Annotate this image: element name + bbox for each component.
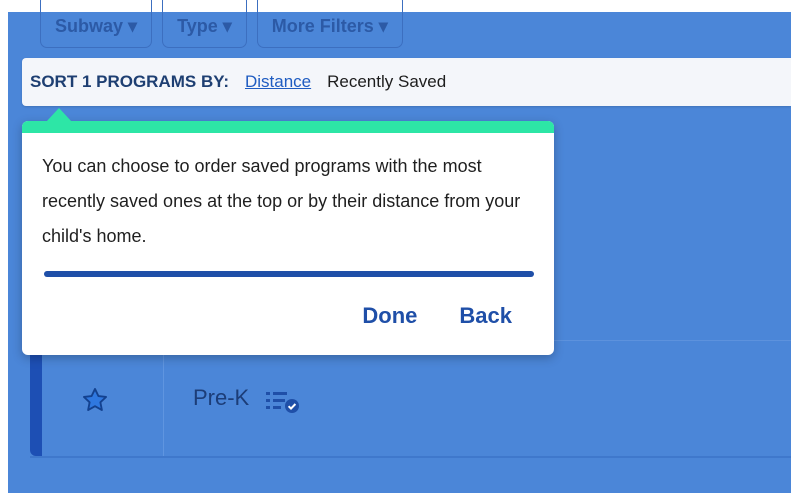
sort-recently-saved-option[interactable]: Recently Saved xyxy=(327,72,446,92)
popover-progress-fill xyxy=(44,271,534,277)
star-icon[interactable] xyxy=(81,386,109,414)
program-name[interactable]: Pre-K xyxy=(193,385,249,411)
done-button[interactable]: Done xyxy=(362,303,417,329)
list-check-icon xyxy=(266,392,299,413)
back-button[interactable]: Back xyxy=(459,303,512,329)
sort-tooltip-popover: You can choose to order saved programs w… xyxy=(22,121,554,355)
filter-more-button[interactable]: More Filters ▾ xyxy=(256,0,403,48)
popover-progress-bar xyxy=(44,271,534,277)
filter-type-button[interactable]: Type ▾ xyxy=(162,0,247,48)
popover-message: You can choose to order saved programs w… xyxy=(42,156,521,246)
popover-arrow xyxy=(46,108,72,122)
sort-label: SORT 1 PROGRAMS BY: xyxy=(30,72,229,91)
popover-accent-strip xyxy=(22,121,554,133)
popover-actions: Done Back xyxy=(362,303,512,329)
sort-bar: SORT 1 PROGRAMS BY: Distance Recently Sa… xyxy=(22,58,791,106)
row-accent-bar xyxy=(30,340,42,456)
row-divider-bottom xyxy=(30,456,791,458)
screen: Subway ▾ Type ▾ More Filters ▾ SORT 1 PR… xyxy=(0,0,791,493)
program-row[interactable] xyxy=(30,340,791,456)
row-column-divider xyxy=(163,340,164,456)
filter-subway-button[interactable]: Subway ▾ xyxy=(40,0,153,48)
filter-row: Subway ▾ Type ▾ More Filters ▾ xyxy=(40,0,403,48)
sort-distance-link[interactable]: Distance xyxy=(245,72,311,92)
